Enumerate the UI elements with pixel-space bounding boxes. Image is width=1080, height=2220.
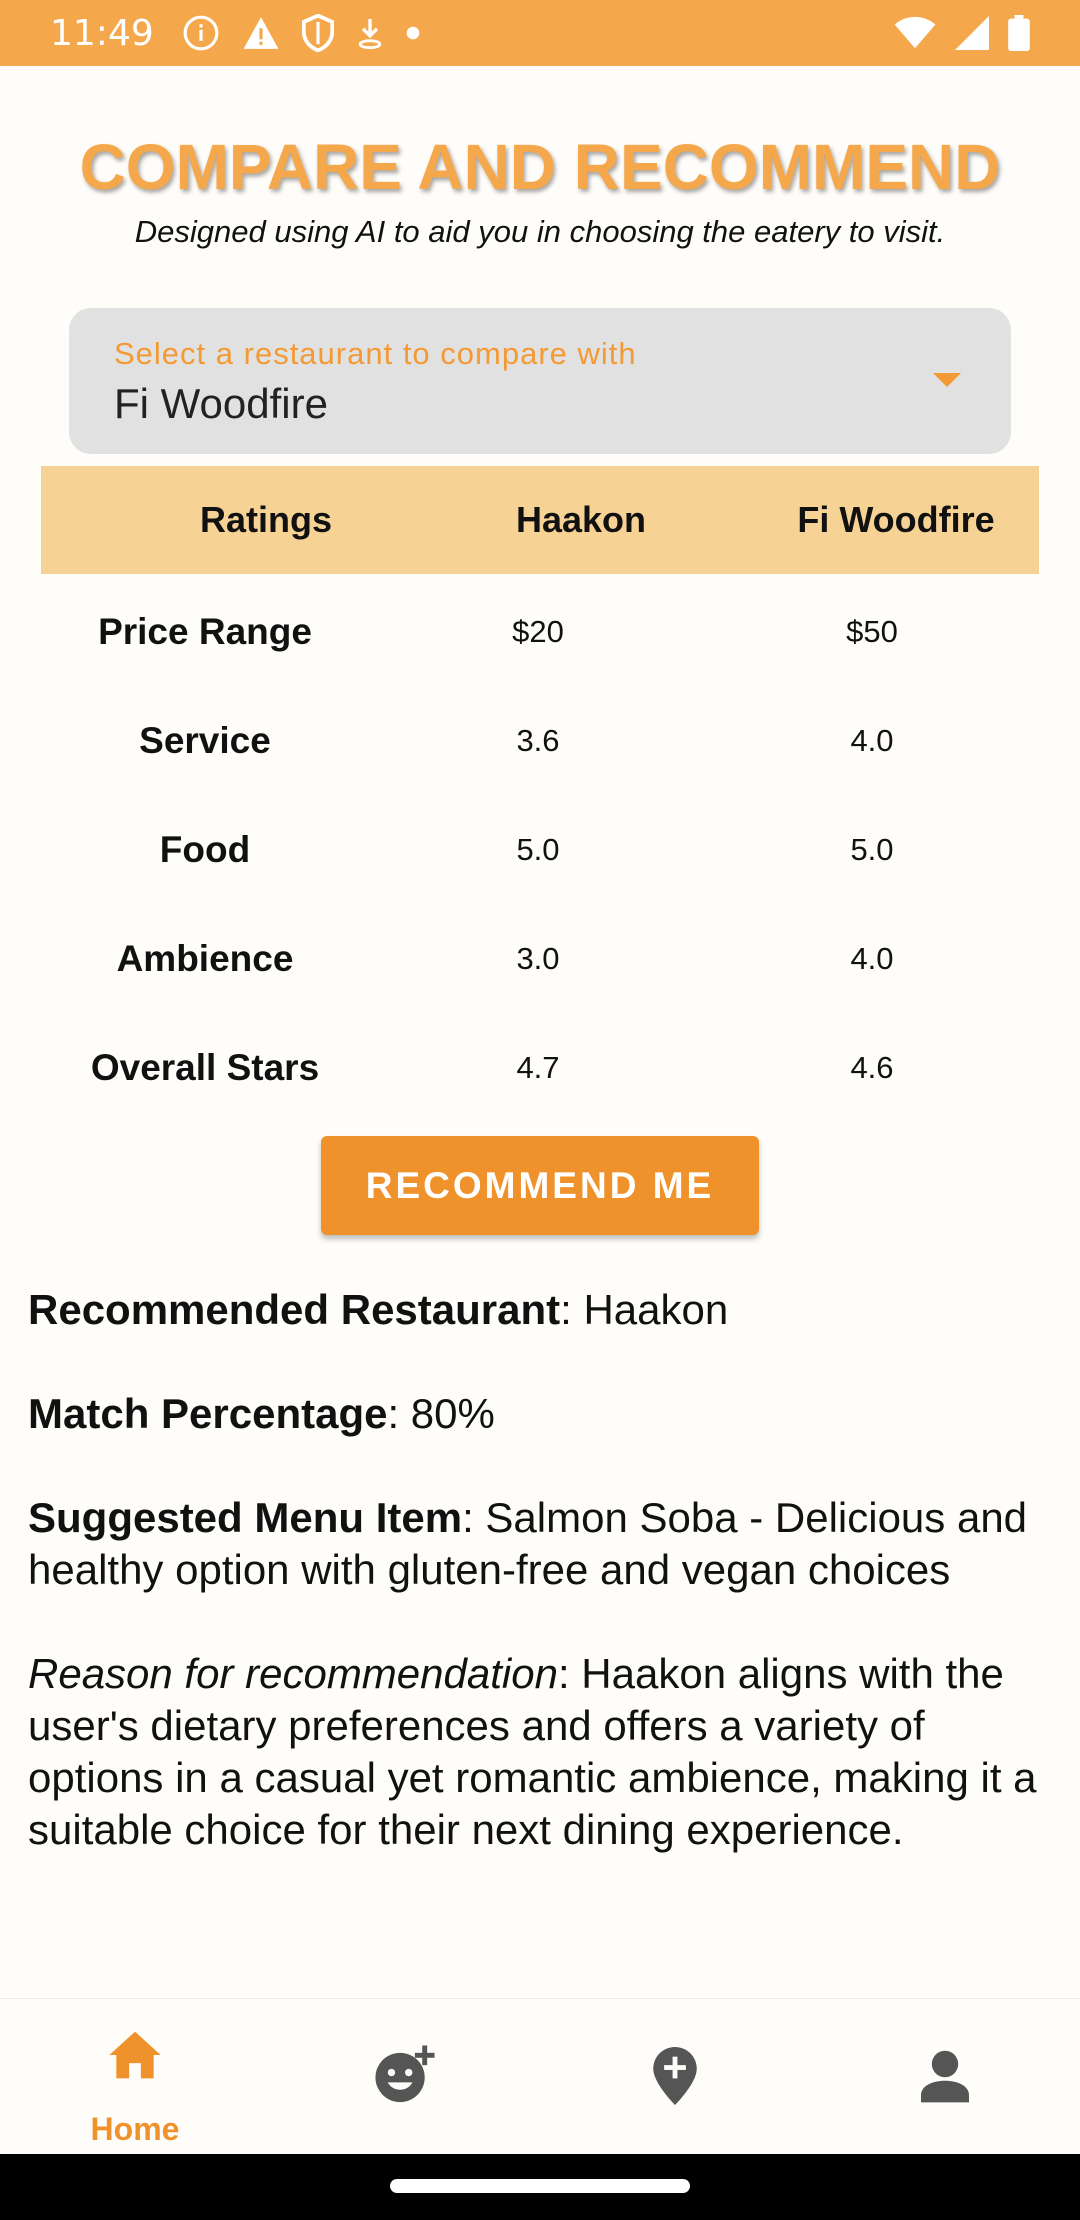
bottom-navigation: Home xyxy=(0,1998,1080,2154)
wifi-icon xyxy=(894,16,936,50)
home-icon xyxy=(107,2029,163,2086)
match-percentage-value: : 80% xyxy=(387,1390,495,1437)
match-percentage-label: Match Percentage xyxy=(28,1390,388,1437)
row-value-b: 4.0 xyxy=(850,941,894,976)
signal-icon xyxy=(954,16,990,50)
nav-item-add-reaction[interactable] xyxy=(270,1999,540,2155)
header-restaurant-b: Fi Woodfire xyxy=(797,499,995,540)
row-value-a: 3.6 xyxy=(516,723,560,758)
battery-icon xyxy=(1008,15,1030,51)
table-row: Ambience 3.0 4.0 xyxy=(0,905,1080,1013)
warning-icon xyxy=(242,15,280,51)
restaurant-select-dropdown[interactable]: Select a restaurant to compare with Fi W… xyxy=(69,308,1011,454)
nav-item-profile[interactable] xyxy=(810,1999,1080,2155)
table-row: Overall Stars 4.7 4.6 xyxy=(0,1014,1080,1122)
status-icons-left xyxy=(182,14,420,52)
row-label: Ambience xyxy=(116,938,294,979)
table-row: Price Range $20 $50 xyxy=(0,578,1080,686)
status-bar: 11:49 xyxy=(0,0,1080,66)
table-row: Service 3.6 4.0 xyxy=(0,687,1080,795)
status-time: 11:49 xyxy=(50,12,154,54)
nav-label-home: Home xyxy=(90,2111,180,2147)
shield-icon xyxy=(301,14,334,52)
header-ratings: Ratings xyxy=(199,499,332,540)
row-label: Food xyxy=(159,829,251,870)
suggested-menu-item-text: Suggested Menu Item: Salmon Soba - Delic… xyxy=(28,1492,1058,1596)
dropdown-label: Select a restaurant to compare with xyxy=(114,336,637,371)
row-label: Overall Stars xyxy=(90,1047,320,1088)
recommended-restaurant-value: : Haakon xyxy=(560,1286,729,1333)
row-value-a: 3.0 xyxy=(516,941,560,976)
page-subtitle: Designed using AI to aid you in choosing… xyxy=(134,214,946,249)
dropdown-selected-value: Fi Woodfire xyxy=(114,380,328,427)
system-navigation-bar xyxy=(0,2154,1080,2220)
info-icon xyxy=(182,14,220,52)
reason-label: Reason for recommendation xyxy=(28,1650,558,1697)
recommended-restaurant-text: Recommended Restaurant: Haakon xyxy=(28,1284,1058,1336)
dot-icon xyxy=(406,26,420,40)
home-gesture-handle[interactable] xyxy=(390,2179,690,2193)
row-value-b: $50 xyxy=(846,614,898,649)
add-reaction-icon xyxy=(373,2045,437,2110)
table-row: Food 5.0 5.0 xyxy=(0,796,1080,904)
person-icon xyxy=(921,2049,969,2108)
app-screen: 11:49 COMPARE AND RECOMMEND Designed usi… xyxy=(0,0,1080,2220)
download-icon xyxy=(356,16,384,50)
header-restaurant-a: Haakon xyxy=(515,499,647,540)
row-value-a: $20 xyxy=(512,614,564,649)
suggested-menu-item-label: Suggested Menu Item xyxy=(28,1494,463,1541)
recommend-me-button[interactable]: RECOMMEND ME xyxy=(321,1136,759,1235)
recommended-restaurant-label: Recommended Restaurant xyxy=(28,1286,561,1333)
caret-down-icon[interactable] xyxy=(933,373,961,387)
nav-item-add-location[interactable] xyxy=(540,1999,810,2155)
match-percentage-text: Match Percentage: 80% xyxy=(28,1388,1058,1440)
nav-item-home[interactable]: Home xyxy=(0,1999,270,2155)
row-value-b: 5.0 xyxy=(850,832,894,867)
row-value-b: 4.0 xyxy=(850,723,894,758)
recommendation-reason-text: Reason for recommendation: Haakon aligns… xyxy=(28,1648,1058,1856)
row-value-a: 5.0 xyxy=(516,832,560,867)
row-value-b: 4.6 xyxy=(850,1050,894,1085)
row-value-a: 4.7 xyxy=(516,1050,560,1085)
row-label: Price Range xyxy=(98,611,312,652)
status-icons-right xyxy=(894,15,1030,51)
comparison-table-header: Ratings Haakon Fi Woodfire xyxy=(41,466,1039,574)
row-label: Service xyxy=(139,720,271,761)
add-location-icon xyxy=(653,2047,697,2110)
page-title: COMPARE AND RECOMMEND xyxy=(79,131,1001,203)
